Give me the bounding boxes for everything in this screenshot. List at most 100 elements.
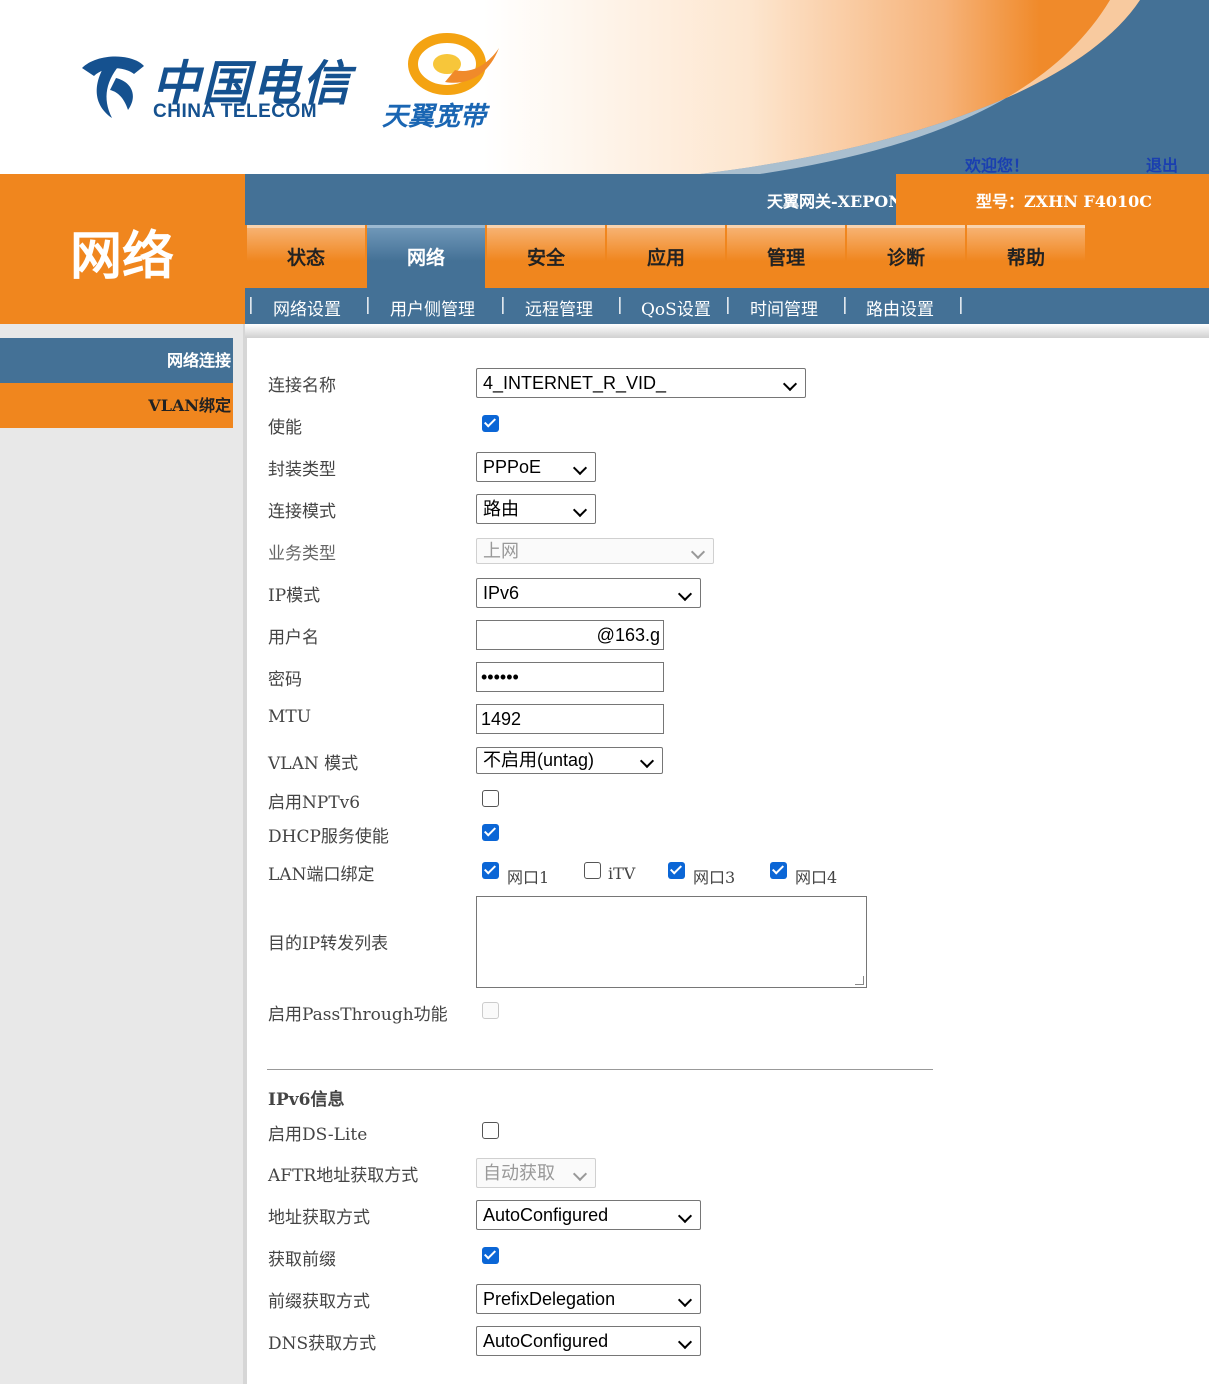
tianyi-brand: 天翼宽带	[382, 102, 487, 132]
china-telecom-logo-icon	[82, 56, 144, 118]
subnav-separator: |	[842, 295, 848, 315]
lan-bind-label: LAN端口绑定	[268, 865, 375, 885]
port3-checkbox[interactable]	[668, 862, 685, 879]
username-label: 用户名	[268, 628, 319, 648]
service-label: 业务类型	[268, 544, 336, 564]
model-text: 型号：ZXHN F4010C	[976, 192, 1153, 211]
vlan-mode-label: VLAN 模式	[268, 754, 359, 774]
main-tabs: 状态 网络 安全 应用 管理 诊断 帮助	[245, 225, 1209, 288]
sidebar: 网络连接 VLAN绑定	[0, 324, 245, 1384]
content-top-shadow	[245, 324, 1209, 338]
aftr-label: AFTR地址获取方式	[268, 1166, 419, 1186]
tab-security[interactable]: 安全	[487, 225, 605, 288]
tab-help[interactable]: 帮助	[967, 225, 1085, 288]
chevron-down-icon	[677, 1334, 693, 1350]
service-select: 上网	[476, 538, 714, 564]
aftr-value: 自动获取	[483, 1163, 555, 1183]
conn-name-value: 4_INTERNET_R_VID_	[483, 373, 667, 393]
service-value: 上网	[483, 541, 519, 561]
subnav-routing[interactable]: 路由设置	[866, 295, 934, 320]
encap-label: 封装类型	[268, 460, 336, 480]
passthrough-label: 启用PassThrough功能	[268, 1005, 448, 1025]
chevron-down-icon	[677, 586, 693, 602]
dhcp-checkbox[interactable]	[482, 824, 499, 841]
conn-name-select[interactable]: 4_INTERNET_R_VID_	[476, 368, 806, 398]
aftr-select: 自动获取	[476, 1158, 596, 1188]
conn-mode-select[interactable]: 路由	[476, 494, 596, 524]
mtu-label: MTU	[268, 707, 312, 727]
chevron-down-icon	[677, 1208, 693, 1224]
resize-grip-icon[interactable]	[855, 976, 864, 985]
tab-network[interactable]: 网络	[367, 225, 485, 288]
subnav-separator: |	[617, 295, 623, 315]
conn-mode-value: 路由	[483, 499, 519, 519]
itv-checkbox[interactable]	[584, 862, 601, 879]
addr-value: AutoConfigured	[483, 1205, 609, 1225]
ip-mode-select[interactable]: IPv6	[476, 578, 701, 608]
subnav-separator: |	[958, 295, 964, 315]
encap-value: PPPoE	[483, 457, 542, 477]
tianyi-logo-icon	[408, 33, 499, 95]
dns-label: DNS获取方式	[268, 1334, 377, 1354]
prefix-get-checkbox[interactable]	[482, 1247, 499, 1264]
password-input[interactable]: ••••••	[476, 662, 664, 692]
dest-ip-textarea[interactable]	[476, 896, 867, 988]
welcome-text: 欢迎您！	[965, 156, 1030, 174]
encap-select[interactable]: PPPoE	[476, 452, 596, 482]
dns-select[interactable]: AutoConfigured	[476, 1326, 701, 1356]
chevron-down-icon	[639, 753, 655, 769]
port3-label: 网口3	[693, 868, 736, 887]
prefix-get-label: 获取前缀	[268, 1250, 336, 1270]
vlan-mode-select[interactable]: 不启用(untag)	[476, 747, 663, 774]
section-divider	[267, 1069, 933, 1070]
prefix-mode-select[interactable]: PrefixDelegation	[476, 1284, 701, 1314]
nptv6-checkbox[interactable]	[482, 790, 499, 807]
subnav-separator: |	[365, 295, 371, 315]
subnav-user-side[interactable]: 用户侧管理	[390, 295, 475, 320]
chevron-down-icon	[782, 376, 798, 392]
model-box: 型号：ZXHN F4010C	[896, 174, 1209, 225]
logout-link[interactable]: 退出	[1146, 152, 1178, 174]
prefix-mode-label: 前缀获取方式	[268, 1292, 370, 1312]
tab-management[interactable]: 管理	[727, 225, 845, 288]
ip-mode-value: IPv6	[483, 583, 520, 603]
subnav-time[interactable]: 时间管理	[750, 295, 818, 320]
dslite-checkbox[interactable]	[482, 1122, 499, 1139]
port1-checkbox[interactable]	[482, 862, 499, 879]
sidebar-item-vlan-binding[interactable]: VLAN绑定	[0, 383, 233, 428]
dns-value: AutoConfigured	[483, 1331, 609, 1351]
chevron-down-icon	[572, 502, 588, 518]
subnav-remote[interactable]: 远程管理	[525, 295, 593, 320]
subnav-separator: |	[248, 295, 254, 315]
password-label: 密码	[268, 670, 302, 690]
tab-status[interactable]: 状态	[247, 225, 365, 288]
sub-nav: | 网络设置 | 用户侧管理 | 远程管理 | QoS设置 | 时间管理 | 路…	[245, 288, 1209, 324]
addr-label: 地址获取方式	[268, 1208, 370, 1228]
brand-en: CHINA TELECOM	[153, 101, 318, 122]
chevron-down-icon	[572, 1166, 588, 1182]
username-input[interactable]: @163.g	[476, 620, 664, 650]
enable-label: 使能	[268, 418, 302, 438]
subnav-network-settings[interactable]: 网络设置	[273, 295, 341, 320]
header-banner: 中国电信 CHINA TELECOM 天翼宽带 欢迎您！ 退出	[0, 0, 1209, 174]
subnav-qos[interactable]: QoS设置	[641, 295, 711, 320]
addr-select[interactable]: AutoConfigured	[476, 1200, 701, 1230]
dhcp-label: DHCP服务使能	[268, 827, 389, 847]
itv-label: iTV	[608, 864, 636, 883]
tab-application[interactable]: 应用	[607, 225, 725, 288]
dslite-label: 启用DS-Lite	[268, 1125, 368, 1145]
tab-diagnosis[interactable]: 诊断	[847, 225, 965, 288]
section-title-block: 网络	[0, 174, 245, 324]
vlan-mode-value: 不启用(untag)	[483, 750, 595, 770]
subnav-separator: |	[500, 295, 506, 315]
mtu-input[interactable]: 1492	[476, 704, 664, 734]
port4-label: 网口4	[795, 868, 838, 887]
sidebar-divider	[243, 324, 247, 1384]
port4-checkbox[interactable]	[770, 862, 787, 879]
section-title: 网络	[70, 227, 175, 287]
ipv6-section-title: IPv6信息	[268, 1090, 345, 1110]
enable-checkbox[interactable]	[482, 415, 499, 432]
gateway-name: 天翼网关-XEPON	[767, 192, 903, 211]
subnav-separator: |	[725, 295, 731, 315]
sidebar-item-network-connection[interactable]: 网络连接	[0, 338, 233, 383]
